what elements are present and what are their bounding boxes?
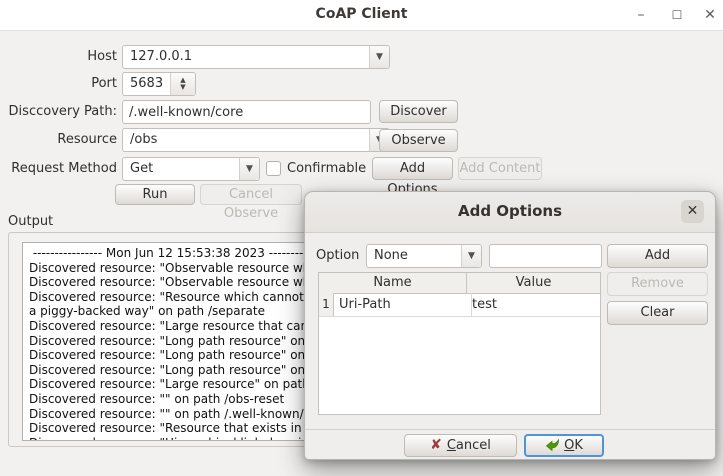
chevron-down-icon: ▼: [468, 251, 475, 261]
option-dropdown-button[interactable]: ▼: [461, 245, 481, 267]
chevron-down-icon: ▼: [376, 52, 383, 62]
option-name-cell: Uri-Path: [334, 293, 472, 316]
options-table[interactable]: Name Value 1 Uri-Path test: [318, 272, 601, 415]
port-label: Port: [0, 72, 117, 95]
port-spinner-buttons[interactable]: ▲▼: [170, 73, 195, 95]
option-combobox[interactable]: None ▼: [366, 244, 482, 268]
request-method-combobox[interactable]: Get ▼: [122, 157, 260, 181]
chevron-down-icon: ▼: [246, 164, 253, 174]
table-header-name[interactable]: Name: [319, 273, 467, 293]
add-options-button[interactable]: Add Options: [372, 157, 453, 180]
host-value: 127.0.0.1: [130, 46, 192, 68]
dialog-title: Add Options: [305, 202, 715, 220]
dialog-close-button[interactable]: ✕: [681, 200, 704, 223]
spin-down-icon: ▼: [180, 84, 185, 91]
port-spinbox[interactable]: 5683 ▲▼: [122, 72, 196, 96]
minimize-button[interactable]: –: [629, 4, 653, 26]
add-options-dialog: Add Options ✕ Option None ▼ Add Name Val…: [304, 191, 716, 460]
cancel-observe-button[interactable]: Cancel Observe: [200, 184, 302, 205]
cancel-label-rest: ancel: [456, 438, 491, 453]
cancel-x-icon: ✘: [430, 437, 442, 453]
table-row[interactable]: 1 Uri-Path test: [319, 293, 600, 317]
request-method-label: Request Method: [0, 157, 117, 180]
discovery-path-input[interactable]: [122, 100, 371, 124]
maximize-button[interactable]: ☐: [665, 4, 689, 26]
request-method-dropdown-button[interactable]: ▼: [239, 158, 259, 180]
dialog-titlebar[interactable]: Add Options ✕: [305, 192, 715, 233]
port-value: 5683: [130, 73, 163, 95]
ok-mnemonic: O: [564, 438, 574, 453]
confirmable-checkbox[interactable]: [266, 161, 281, 176]
discover-button[interactable]: Discover: [379, 100, 458, 123]
confirmable-label: Confirmable: [287, 157, 367, 180]
ok-arrow-icon: [545, 438, 560, 451]
observe-button[interactable]: Observe: [379, 129, 458, 152]
cancel-button[interactable]: ✘ Cancel: [404, 434, 517, 457]
ok-button[interactable]: OK: [524, 434, 604, 457]
host-dropdown-button[interactable]: ▼: [369, 46, 389, 68]
row-number-cell: 1: [319, 293, 334, 316]
option-value: None: [374, 245, 408, 267]
resource-label: Resource: [0, 128, 117, 151]
add-content-button[interactable]: Add Content: [458, 157, 542, 180]
close-icon: ✕: [704, 7, 716, 23]
discovery-path-label: Disccovery Path:: [0, 100, 117, 123]
ok-label-rest: K: [574, 438, 583, 453]
run-button[interactable]: Run: [115, 184, 195, 205]
option-value-cell: test: [472, 293, 600, 316]
cancel-mnemonic: C: [447, 438, 456, 453]
window-title: CoAP Client: [0, 6, 723, 22]
maximize-icon: ☐: [672, 8, 683, 22]
resource-value: /obs: [130, 129, 157, 151]
request-method-value: Get: [130, 158, 153, 180]
host-combobox[interactable]: 127.0.0.1 ▼: [122, 45, 390, 69]
option-label: Option: [316, 244, 364, 267]
output-label: Output: [8, 210, 68, 233]
resource-combobox[interactable]: /obs ▼: [122, 128, 390, 152]
remove-button[interactable]: Remove: [607, 272, 708, 296]
table-header-value[interactable]: Value: [467, 273, 600, 293]
clear-button[interactable]: Clear: [607, 301, 708, 325]
close-icon: ✕: [687, 203, 699, 219]
add-button[interactable]: Add: [607, 244, 708, 268]
table-header-row: Name Value: [319, 273, 600, 294]
host-label: Host: [0, 45, 117, 68]
dialog-separator: [305, 429, 715, 430]
close-button[interactable]: ✕: [698, 4, 722, 26]
minimize-icon: –: [638, 7, 645, 23]
option-value-input[interactable]: [489, 244, 602, 268]
titlebar: CoAP Client – ☐ ✕: [0, 0, 723, 31]
